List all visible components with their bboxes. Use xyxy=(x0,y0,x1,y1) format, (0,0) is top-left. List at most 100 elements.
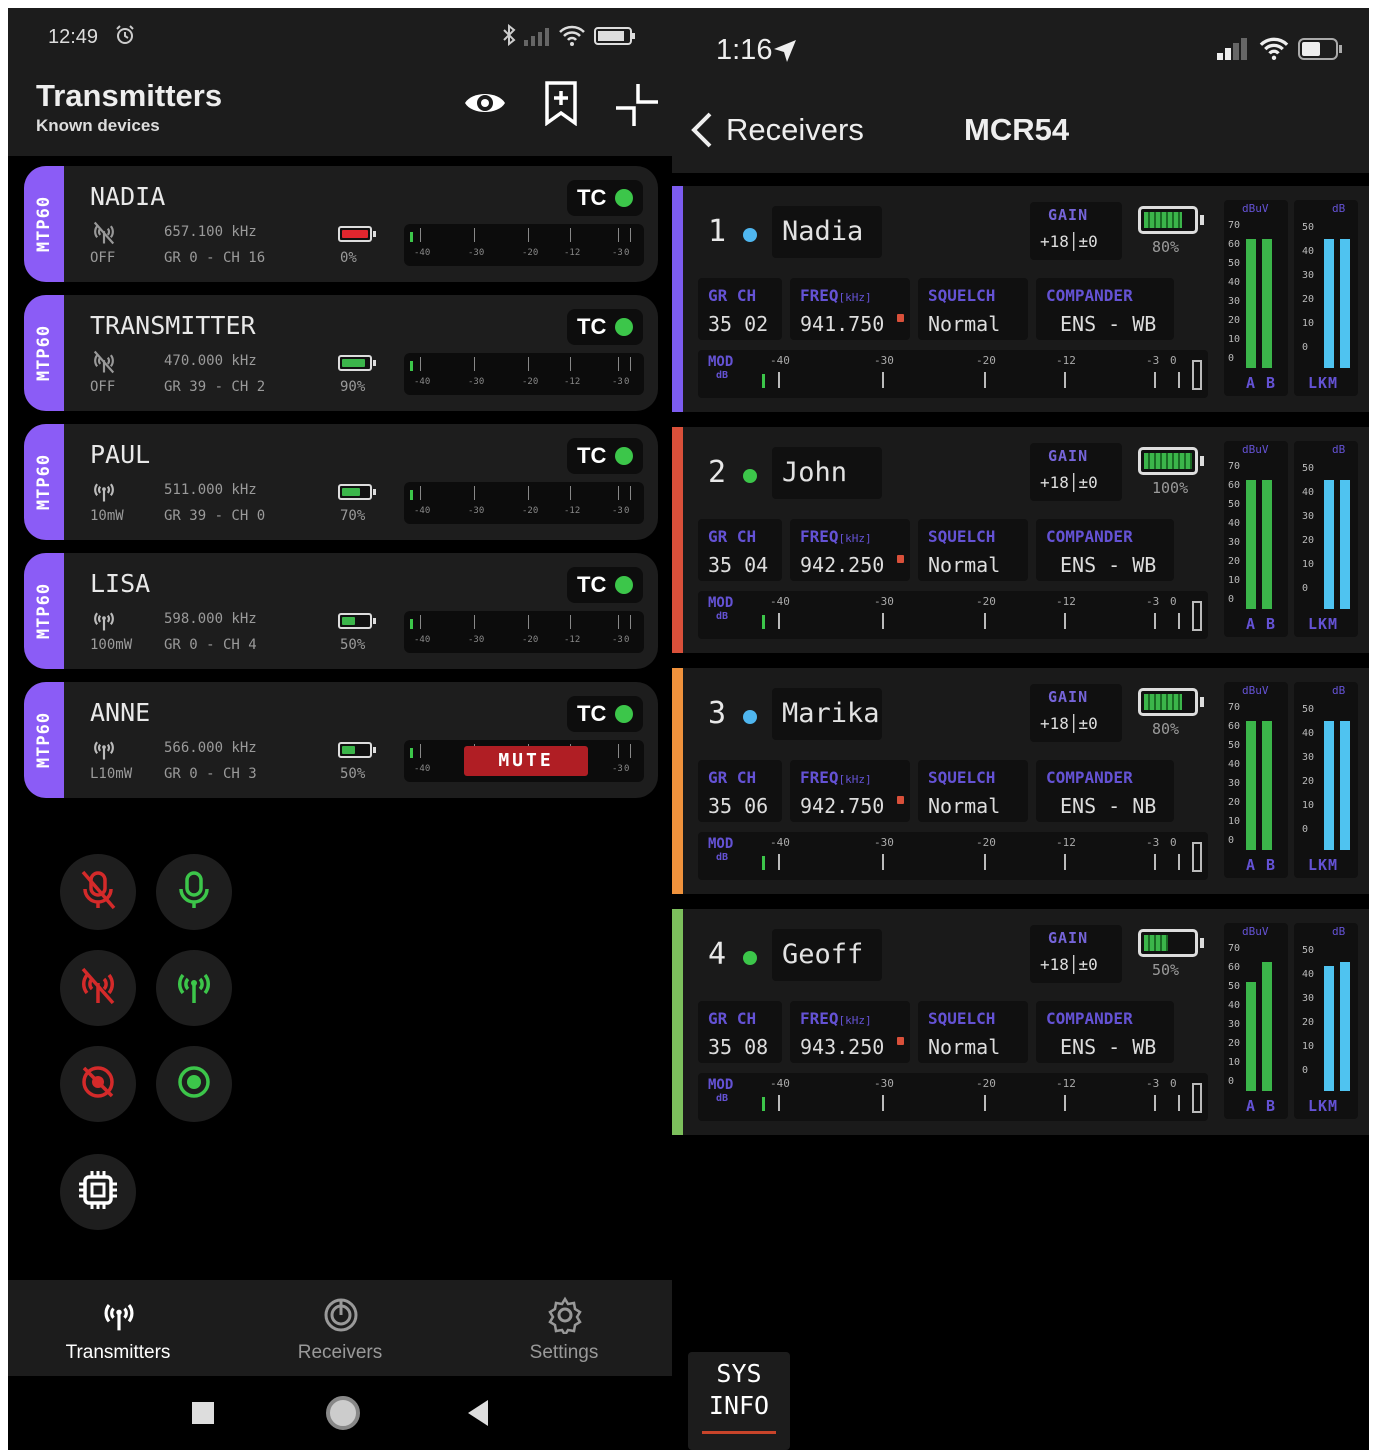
squelch-control[interactable]: SQUELCH Normal xyxy=(918,278,1028,340)
db-scale-label: 20 xyxy=(1302,294,1315,305)
timecode-badge[interactable]: TC xyxy=(567,309,643,345)
gear-icon xyxy=(546,1296,584,1339)
group-channel-control[interactable]: GR CH 35 04 xyxy=(698,519,782,581)
nav-settings[interactable]: Settings xyxy=(454,1280,672,1376)
db-scale-label: 20 xyxy=(1302,535,1315,546)
timecode-badge[interactable]: TC xyxy=(567,180,643,216)
transmitter-card[interactable]: MTP60 LISA 100mW 598.000 kHz GR 0 - CH 4 50% T… xyxy=(24,553,658,669)
meter-tick-label: -40 xyxy=(414,764,431,774)
meter-tick xyxy=(528,615,529,629)
frequency-control[interactable]: FREQ[kHz] 941.750 xyxy=(790,278,910,340)
sys-info-button[interactable]: SYS INFO xyxy=(688,1352,790,1450)
channel-name[interactable]: Marika xyxy=(772,688,882,740)
back-chevron-icon[interactable] xyxy=(688,110,714,155)
meter-tick-label: -30 xyxy=(468,506,485,516)
channel-number: 3 xyxy=(708,696,727,731)
ab-label: A B xyxy=(1246,1097,1277,1115)
gain-control[interactable]: GAIN +18│±0 xyxy=(1030,443,1122,501)
freq-label: FREQ[kHz] xyxy=(800,286,872,305)
home-icon[interactable] xyxy=(326,1396,360,1430)
squelch-control[interactable]: SQUELCH Normal xyxy=(918,760,1028,822)
timecode-badge[interactable]: TC xyxy=(567,567,643,603)
dbuv-scale-label: 60 xyxy=(1228,962,1241,973)
battery-indicator xyxy=(338,742,376,758)
group-channel: GR 0 - CH 4 xyxy=(164,637,257,653)
rf-bar-a xyxy=(1246,982,1256,1091)
gain-control[interactable]: GAIN +18│±0 xyxy=(1030,202,1122,260)
gain-control[interactable]: GAIN +18│±0 xyxy=(1030,684,1122,742)
transmitter-card[interactable]: MTP60 ANNE L10mW 566.000 kHz GR 0 - CH 3 50% T… xyxy=(24,682,658,798)
record-off-button[interactable] xyxy=(60,1046,136,1122)
transmitter-card[interactable]: MTP60 TRANSMITTER OFF 470.000 kHz GR 39 - CH… xyxy=(24,295,658,411)
compander-control[interactable]: COMPANDER ENS - WB xyxy=(1036,278,1174,340)
dbuv-scale-label: 30 xyxy=(1228,1019,1241,1030)
record-on-button[interactable] xyxy=(156,1046,232,1122)
back-icon[interactable] xyxy=(468,1400,488,1426)
squelch-value: Normal xyxy=(928,794,1001,818)
mod-tick xyxy=(882,854,884,870)
frequency-control[interactable]: FREQ[kHz] 942.250 xyxy=(790,519,910,581)
transmitter-card[interactable]: MTP60 NADIA OFF 657.100 kHz GR 0 - CH 16 0% TC… xyxy=(24,166,658,282)
group-channel-control[interactable]: GR CH 35 02 xyxy=(698,278,782,340)
channel-name[interactable]: Nadia xyxy=(772,206,882,258)
gain-label: GAIN xyxy=(1048,447,1089,465)
dbuv-scale-label: 0 xyxy=(1228,594,1235,605)
battery-fill xyxy=(1144,453,1192,469)
timecode-badge[interactable]: TC xyxy=(567,438,643,474)
status-bar: 12:49 xyxy=(8,8,672,66)
battery-fill xyxy=(342,359,366,367)
group-channel-control[interactable]: GR CH 35 06 xyxy=(698,760,782,822)
channel-name[interactable]: John xyxy=(772,447,882,499)
rf-on-all-button[interactable] xyxy=(156,950,232,1026)
db-scale-label: 40 xyxy=(1302,969,1315,980)
status-time: 12:49 xyxy=(48,26,99,48)
meter-level xyxy=(410,490,413,500)
frequency-control[interactable]: FREQ[kHz] 942.750 xyxy=(790,760,910,822)
dbuv-scale-label: 40 xyxy=(1228,277,1241,288)
mod-tick-label: -20 xyxy=(976,354,996,367)
db-scale-label: 0 xyxy=(1302,824,1309,835)
transmitter-card[interactable]: MTP60 PAUL 10mW 511.000 kHz GR 39 - CH 0 70% T… xyxy=(24,424,658,540)
location-arrow-icon xyxy=(772,38,798,69)
recents-icon[interactable] xyxy=(192,1402,214,1424)
chip-button[interactable] xyxy=(60,1154,136,1230)
compander-value: ENS - NB xyxy=(1060,794,1157,818)
lkm-bar-k xyxy=(1340,962,1350,1091)
rf-off-all-button[interactable] xyxy=(60,950,136,1026)
ab-label: A B xyxy=(1246,856,1277,874)
collapse-icon[interactable] xyxy=(614,82,660,131)
dbuv-scale-label: 40 xyxy=(1228,518,1241,529)
squelch-control[interactable]: SQUELCH Normal xyxy=(918,1001,1028,1063)
group-channel-control[interactable]: GR CH 35 08 xyxy=(698,1001,782,1063)
db-header: dB xyxy=(1332,925,1346,938)
back-to-receivers[interactable]: Receivers xyxy=(726,112,864,148)
group-channel: GR 0 - CH 16 xyxy=(164,250,266,266)
compander-control[interactable]: COMPANDER ENS - NB xyxy=(1036,760,1174,822)
timecode-badge[interactable]: TC xyxy=(567,696,643,732)
mod-label-text: MOD xyxy=(708,1077,734,1093)
compander-control[interactable]: COMPANDER ENS - WB xyxy=(1036,1001,1174,1063)
nav-receivers[interactable]: Receivers xyxy=(230,1280,450,1376)
frequency-control[interactable]: FREQ[kHz] 943.250 xyxy=(790,1001,910,1063)
nav-transmitters[interactable]: Transmitters xyxy=(8,1280,228,1376)
frequency: 511.000 kHz xyxy=(164,482,257,498)
mod-peak xyxy=(1192,601,1202,631)
battery-fill xyxy=(342,488,361,496)
channel-name[interactable]: Geoff xyxy=(772,929,882,981)
meter-tick xyxy=(618,228,619,242)
mod-tick-label: -40 xyxy=(770,354,790,367)
mod-tick-label: 0 xyxy=(1170,595,1177,608)
mute-all-mic-button[interactable] xyxy=(60,854,136,930)
squelch-control[interactable]: SQUELCH Normal xyxy=(918,519,1028,581)
bookmark-add-icon[interactable] xyxy=(542,80,580,131)
eye-icon[interactable] xyxy=(462,84,508,127)
compander-control[interactable]: COMPANDER ENS - WB xyxy=(1036,519,1174,581)
unmute-all-mic-button[interactable] xyxy=(156,854,232,930)
compander-label: COMPANDER xyxy=(1046,768,1133,787)
gain-control[interactable]: GAIN +18│±0 xyxy=(1030,925,1122,983)
db-scale-label: 20 xyxy=(1302,1017,1315,1028)
battery-percent: 80% xyxy=(1152,238,1180,256)
model-label: MTP60 xyxy=(34,711,54,769)
battery-status-icon xyxy=(1298,38,1344,65)
signal-icon xyxy=(522,26,552,51)
